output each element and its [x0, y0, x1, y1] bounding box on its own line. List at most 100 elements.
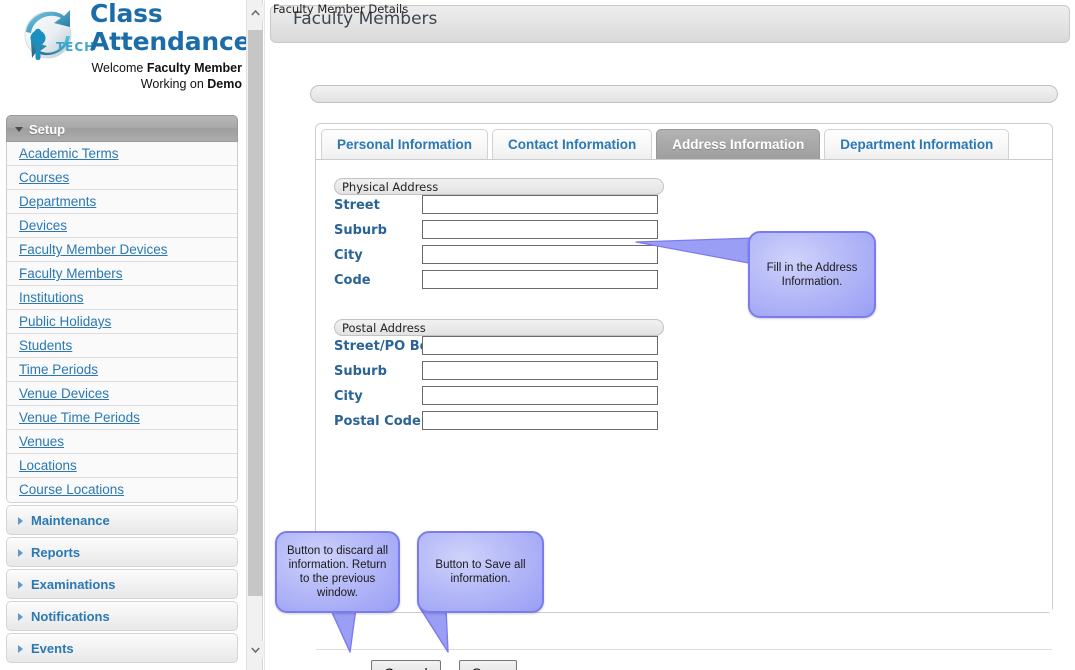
sidebar-section-label: Maintenance	[31, 513, 110, 528]
field-label: Street	[334, 198, 380, 213]
input-postal-code[interactable]	[422, 411, 658, 430]
tab-personal-information[interactable]: Personal Information	[321, 129, 489, 159]
postal-address-fields: Street/PO Box Suburb City Postal Code	[334, 336, 664, 436]
input-code[interactable]	[422, 270, 658, 289]
save-callout-text: Button to Save all information.	[435, 559, 526, 585]
field-label: City	[334, 389, 363, 404]
scrollbar-up-button[interactable]	[247, 4, 264, 21]
address-callout-text: Fill in the Address Information.	[766, 261, 858, 288]
tab-label: Department Information	[840, 137, 994, 152]
input-suburb[interactable]	[422, 361, 658, 380]
sidebar-section-events[interactable]: Events	[6, 633, 238, 663]
tab-address-information[interactable]: Address Information	[656, 129, 821, 159]
welcome-line: Welcome Faculty Member	[7, 60, 242, 76]
save-button[interactable]: Save	[459, 660, 517, 670]
input-suburb[interactable]	[422, 220, 658, 239]
form-row: Street	[334, 195, 664, 220]
physical-address-group: Physical Address Street Suburb City Code	[334, 178, 664, 295]
sidebar-item-label[interactable]: Faculty Member Devices	[19, 242, 168, 257]
sidebar-item-venue-time-periods[interactable]: Venue Time Periods	[7, 406, 237, 430]
sidebar-item-label[interactable]: Departments	[19, 194, 96, 209]
sidebar-item-label[interactable]: Courses	[19, 170, 69, 185]
brand-block: TECH Class Attendance Welcome Faculty Me…	[0, 0, 246, 112]
input-street[interactable]	[422, 195, 658, 214]
brand-line-1: Class	[90, 0, 163, 28]
tab-contact-information[interactable]: Contact Information	[492, 129, 653, 159]
sidebar-item-label[interactable]: Public Holidays	[19, 314, 111, 329]
panel-title: Faculty Member Details	[273, 2, 409, 16]
sidebar-collapsed-sections: Maintenance Reports Examinations Notificati…	[6, 505, 238, 663]
sidebar-section-label: Notifications	[31, 609, 110, 624]
scrollbar-down-button[interactable]	[247, 641, 264, 658]
chevron-down-icon	[251, 647, 260, 653]
sidebar-item-devices[interactable]: Devices	[7, 214, 237, 238]
sidebar-item-public-holidays[interactable]: Public Holidays	[7, 310, 237, 334]
sidebar-item-label[interactable]: Faculty Members	[19, 266, 123, 281]
sidebar-item-label[interactable]: Course Locations	[19, 482, 124, 497]
sidebar-item-time-periods[interactable]: Time Periods	[7, 358, 237, 382]
sidebar-item-label[interactable]: Venues	[19, 434, 64, 449]
input-street-po-box[interactable]	[422, 336, 658, 355]
physical-address-fields: Street Suburb City Code	[334, 195, 664, 295]
working-target: Demo	[207, 77, 242, 91]
form-row: City	[334, 245, 664, 270]
application-window: TECH Class Attendance Welcome Faculty Me…	[0, 0, 1075, 670]
brand-line-2: Attendance	[90, 27, 246, 56]
working-prefix: Working on	[140, 77, 208, 91]
input-city[interactable]	[422, 386, 658, 405]
field-label: Code	[334, 273, 371, 288]
cancel-callout-pointer	[329, 607, 370, 654]
address-callout-pointer	[635, 236, 755, 274]
sidebar-item-institutions[interactable]: Institutions	[7, 286, 237, 310]
save-callout: Button to Save all information.	[417, 531, 544, 613]
cancel-callout: Button to discard all information. Retur…	[275, 531, 400, 613]
sidebar-section-examinations[interactable]: Examinations	[6, 569, 238, 599]
chevron-up-icon	[251, 10, 260, 16]
sidebar-section-maintenance[interactable]: Maintenance	[6, 505, 238, 535]
cancel-callout-text: Button to discard all information. Retur…	[287, 545, 389, 599]
panel-title-bar	[310, 85, 1058, 103]
sidebar-item-label[interactable]: Time Periods	[19, 362, 98, 377]
tab-label: Address Information	[672, 137, 805, 152]
sidebar-item-faculty-member-devices[interactable]: Faculty Member Devices	[7, 238, 237, 262]
sidebar-section-label: Examinations	[31, 577, 116, 592]
cancel-button[interactable]: Cancel	[371, 660, 441, 670]
sidebar-section-notifications[interactable]: Notifications	[6, 601, 238, 631]
sidebar-item-academic-terms[interactable]: Academic Terms	[7, 142, 237, 166]
sidebar-item-label[interactable]: Venue Time Periods	[19, 410, 140, 425]
sidebar-section-reports[interactable]: Reports	[6, 537, 238, 567]
sidebar-item-label[interactable]: Institutions	[19, 290, 84, 305]
logo-wordmark: TECH	[56, 40, 94, 54]
sidebar-item-course-locations[interactable]: Course Locations	[7, 478, 237, 502]
form-row: City	[334, 386, 664, 411]
sidebar-item-faculty-members[interactable]: Faculty Members	[7, 262, 237, 286]
sidebar-item-label[interactable]: Academic Terms	[19, 146, 119, 161]
sidebar-item-locations[interactable]: Locations	[7, 454, 237, 478]
tab-department-information[interactable]: Department Information	[824, 129, 1010, 159]
sidebar-item-label[interactable]: Locations	[19, 458, 77, 473]
sidebar-scrollbar[interactable]	[246, 0, 264, 670]
save-callout-pointer	[419, 607, 468, 654]
sidebar-item-label[interactable]: Students	[19, 338, 72, 353]
sidebar-item-courses[interactable]: Courses	[7, 166, 237, 190]
sidebar-item-students[interactable]: Students	[7, 334, 237, 358]
brand-title: Class Attendance	[90, 0, 246, 56]
input-city[interactable]	[422, 245, 658, 264]
form-row: Street/PO Box	[334, 336, 664, 361]
chevron-down-icon	[15, 127, 23, 132]
tab-label: Personal Information	[337, 137, 473, 152]
sidebar-item-venue-devices[interactable]: Venue Devices	[7, 382, 237, 406]
address-callout: Fill in the Address Information.	[748, 231, 876, 318]
field-label: City	[334, 248, 363, 263]
sidebar-item-label[interactable]: Devices	[19, 218, 67, 233]
sidebar: TECH Class Attendance Welcome Faculty Me…	[0, 0, 246, 670]
sidebar-item-label[interactable]: Venue Devices	[19, 386, 109, 401]
welcome-text: Welcome Faculty Member Working on Demo	[7, 60, 242, 92]
sidebar-item-departments[interactable]: Departments	[7, 190, 237, 214]
sidebar-section-setup[interactable]: Setup	[6, 115, 238, 142]
sidebar-item-venues[interactable]: Venues	[7, 430, 237, 454]
form-row: Suburb	[334, 220, 664, 245]
physical-address-legend: Physical Address	[334, 178, 664, 195]
scrollbar-thumb[interactable]	[248, 30, 263, 596]
field-label: Suburb	[334, 223, 387, 238]
